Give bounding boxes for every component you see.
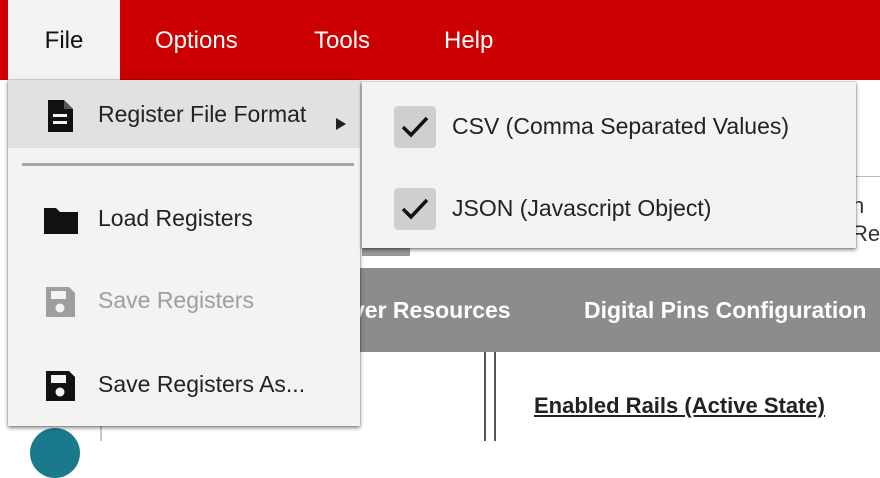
enabled-rails-heading: Enabled Rails (Active State): [534, 393, 825, 418]
save-icon: [42, 368, 78, 404]
menu-item-label: Save Registers: [98, 287, 254, 313]
tab-digital-pins-configuration[interactable]: Digital Pins Configuration: [584, 268, 866, 352]
menu-item-label: Register File Format: [98, 101, 307, 127]
submenu-item-label: JSON (Javascript Object): [452, 195, 712, 221]
background-cut-text-line2: Re: [852, 221, 880, 246]
csv-checkbox[interactable]: [394, 106, 436, 148]
menu-options[interactable]: Options: [155, 0, 238, 80]
folder-icon: [42, 202, 78, 238]
menu-separator: [22, 163, 354, 166]
status-circle[interactable]: [30, 428, 80, 478]
menu-item-load-registers[interactable]: Load Registers: [8, 184, 360, 252]
menu-item-label: Load Registers: [98, 205, 253, 231]
tab-power-resources[interactable]: ver Resources: [352, 268, 511, 352]
background-cut-text: n Re: [852, 192, 880, 248]
json-checkbox[interactable]: [394, 188, 436, 230]
menu-bar: File Options Tools Help: [0, 0, 880, 80]
save-icon: [42, 284, 78, 320]
file-menu-dropdown: Register File Format Load Registers Save…: [8, 80, 360, 426]
menu-item-save-registers-as[interactable]: Save Registers As...: [8, 350, 360, 418]
document-icon: [42, 98, 78, 134]
menu-tools[interactable]: Tools: [314, 0, 370, 80]
menu-item-register-file-format[interactable]: Register File Format: [8, 80, 360, 148]
background-bar: [362, 248, 410, 256]
submenu-item-csv[interactable]: CSV (Comma Separated Values): [362, 84, 856, 166]
menu-item-label: Save Registers As...: [98, 371, 306, 397]
menu-help[interactable]: Help: [444, 0, 493, 80]
panel-border: [484, 352, 486, 441]
panel-border: [494, 352, 496, 441]
background-cut-text-line1: n: [852, 193, 865, 218]
submenu-item-json[interactable]: JSON (Javascript Object): [362, 166, 856, 248]
submenu-item-label: CSV (Comma Separated Values): [452, 113, 790, 139]
menu-file[interactable]: File: [8, 0, 120, 80]
tab-bar: ver Resources Digital Pins Configuration: [330, 268, 880, 352]
background-divider: [856, 176, 880, 177]
menu-item-save-registers[interactable]: Save Registers: [8, 266, 360, 334]
register-file-format-submenu: CSV (Comma Separated Values) JSON (Javas…: [362, 82, 856, 248]
submenu-arrow-icon: [336, 109, 346, 130]
